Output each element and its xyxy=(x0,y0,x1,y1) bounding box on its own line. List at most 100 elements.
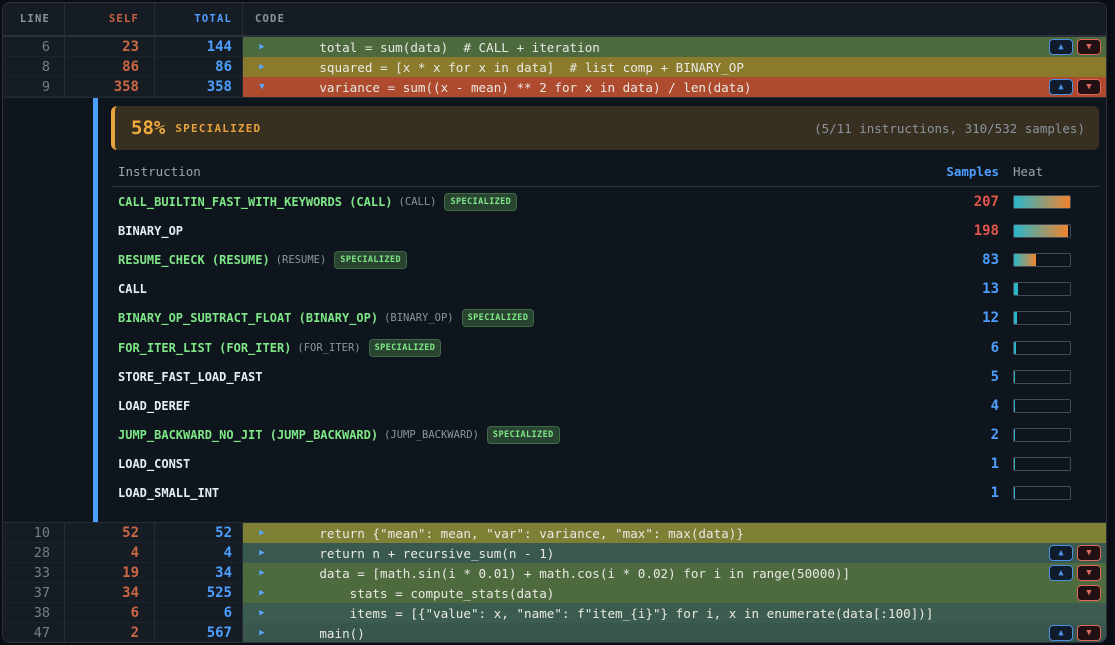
instruction-name: LOAD_SMALL_INT xyxy=(118,486,219,500)
self-samples: 23 xyxy=(65,37,155,57)
instruction-base-opcode: (RESUME) xyxy=(276,254,327,266)
total-samples: 6 xyxy=(155,603,243,623)
total-samples: 144 xyxy=(155,37,243,57)
heat-cell xyxy=(999,282,1099,296)
line-number: 28 xyxy=(3,543,65,563)
code-cell[interactable]: ▶ return {"mean": mean, "var": variance,… xyxy=(243,523,1106,543)
instruction-name: LOAD_CONST xyxy=(118,457,190,471)
total-samples: 358 xyxy=(155,77,243,97)
code-row: 472567 ▶ main() ▲▼ xyxy=(3,623,1106,643)
heat-cell xyxy=(999,311,1099,325)
jump-up-button[interactable]: ▲ xyxy=(1049,39,1073,55)
instruction-samples: 198 xyxy=(939,223,999,239)
jump-down-button[interactable]: ▼ xyxy=(1077,545,1101,561)
heat-bar-fill xyxy=(1014,429,1015,441)
specialized-badge: SPECIALIZED xyxy=(462,309,535,327)
heat-bar xyxy=(1013,399,1071,413)
code-cell[interactable]: ▶ total = sum(data) # CALL + iteration▲▼ xyxy=(243,37,1106,57)
heat-bar-fill xyxy=(1014,283,1018,295)
expand-icon[interactable]: ▶ xyxy=(247,42,277,52)
table-header: LINE SELF TOTAL CODE xyxy=(3,3,1106,37)
jump-down-button[interactable]: ▼ xyxy=(1077,585,1101,601)
code-cell[interactable]: ▼ variance = sum((x - mean) ** 2 for x i… xyxy=(243,77,1106,97)
heat-cell xyxy=(999,457,1099,471)
total-samples: 567 xyxy=(155,623,243,643)
code-cell[interactable]: ▶ data = [math.sin(i * 0.01) + math.cos(… xyxy=(243,563,1106,583)
code-cell[interactable]: ▶ items = [{"value": x, "name": f"item_{… xyxy=(243,603,1106,623)
instruction-name: CALL xyxy=(118,282,147,296)
heat-cell xyxy=(999,428,1099,442)
heat-bar xyxy=(1013,224,1071,238)
instruction-name-cell: CALL xyxy=(111,282,939,296)
row-nav-buttons: ▲▼ xyxy=(1049,79,1101,95)
heat-cell xyxy=(999,253,1099,267)
instruction-row: RESUME_CHECK (RESUME)(RESUME)SPECIALIZED… xyxy=(111,245,1099,274)
code-text: variance = sum((x - mean) ** 2 for x in … xyxy=(289,80,752,95)
heat-col-header: Heat xyxy=(999,164,1099,179)
instruction-base-opcode: (CALL) xyxy=(399,196,437,208)
instruction-name: CALL_BUILTIN_FAST_WITH_KEYWORDS (CALL) xyxy=(118,195,393,209)
instruction-name: STORE_FAST_LOAD_FAST xyxy=(118,370,263,384)
code-cell[interactable]: ▶ stats = compute_stats(data)▼ xyxy=(243,583,1106,603)
row-nav-buttons: ▲▼ xyxy=(1049,625,1101,641)
instruction-name: BINARY_OP xyxy=(118,224,183,238)
instruction-name-cell: FOR_ITER_LIST (FOR_ITER)(FOR_ITER)SPECIA… xyxy=(111,339,939,357)
instruction-base-opcode: (JUMP_BACKWARD) xyxy=(384,429,479,441)
expand-icon[interactable]: ▶ xyxy=(247,548,277,558)
instruction-name-cell: RESUME_CHECK (RESUME)(RESUME)SPECIALIZED xyxy=(111,251,939,269)
instruction-name-cell: LOAD_CONST xyxy=(111,457,939,471)
code-text: main() xyxy=(289,626,365,641)
code-cell[interactable]: ▶ main() ▲▼ xyxy=(243,623,1106,643)
self-samples: 358 xyxy=(65,77,155,97)
heat-bar xyxy=(1013,370,1071,384)
expand-icon[interactable]: ▶ xyxy=(247,588,277,598)
code-row: 623144▶ total = sum(data) # CALL + itera… xyxy=(3,37,1106,57)
line-number: 9 xyxy=(3,77,65,97)
jump-up-button[interactable]: ▲ xyxy=(1049,625,1073,641)
expand-icon[interactable]: ▶ xyxy=(247,628,277,638)
code-text: return n + recursive_sum(n - 1) xyxy=(289,546,554,561)
expand-icon[interactable]: ▶ xyxy=(247,528,277,538)
instruction-samples: 5 xyxy=(939,369,999,385)
heat-bar xyxy=(1013,311,1071,325)
heat-bar xyxy=(1013,195,1071,209)
heat-bar-fill xyxy=(1014,458,1015,470)
jump-down-button[interactable]: ▼ xyxy=(1077,625,1101,641)
self-samples: 6 xyxy=(65,603,155,623)
total-samples: 4 xyxy=(155,543,243,563)
jump-down-button[interactable]: ▼ xyxy=(1077,79,1101,95)
jump-up-button[interactable]: ▲ xyxy=(1049,79,1073,95)
instruction-name-cell: CALL_BUILTIN_FAST_WITH_KEYWORDS (CALL) (C… xyxy=(111,193,939,211)
code-row: 2844▶ return n + recursive_sum(n - 1)▲▼ xyxy=(3,543,1106,563)
jump-up-button[interactable]: ▲ xyxy=(1049,565,1073,581)
line-number: 10 xyxy=(3,523,65,543)
self-samples: 2 xyxy=(65,623,155,643)
code-cell[interactable]: ▶ return n + recursive_sum(n - 1) ▲▼ xyxy=(243,543,1106,563)
expand-icon[interactable]: ▶ xyxy=(247,608,277,618)
collapse-icon[interactable]: ▼ xyxy=(247,82,277,92)
expand-icon[interactable]: ▶ xyxy=(247,62,277,72)
col-header-line: LINE xyxy=(3,3,65,35)
instruction-name: RESUME_CHECK (RESUME) xyxy=(118,253,270,267)
heat-bar-fill xyxy=(1014,371,1015,383)
specialized-label: SPECIALIZED xyxy=(175,122,261,135)
self-samples: 4 xyxy=(65,543,155,563)
code-row: 331934▶ data = [math.sin(i * 0.01) + mat… xyxy=(3,563,1106,583)
code-cell[interactable]: ▶ squared = [x * x for x in data] # list… xyxy=(243,57,1106,77)
heat-cell xyxy=(999,195,1099,209)
instruction-row: BINARY_OP 198 xyxy=(111,216,1099,245)
code-text: data = [math.sin(i * 0.01) + math.cos(i … xyxy=(289,566,850,581)
profiler-table: LINE SELF TOTAL CODE 6 23144▶ total = sum… xyxy=(2,2,1107,643)
instruction-table-header: Instruction Samples Heat xyxy=(111,156,1099,187)
heat-cell xyxy=(999,370,1099,384)
expand-icon[interactable]: ▶ xyxy=(247,568,277,578)
line-number: 47 xyxy=(3,623,65,643)
jump-up-button[interactable]: ▲ xyxy=(1049,545,1073,561)
instruction-table: Instruction Samples Heat CALL_BUILTIN_FA… xyxy=(111,156,1099,508)
instruction-name-cell: BINARY_OP xyxy=(111,224,939,238)
specialized-badge: SPECIALIZED xyxy=(444,193,517,211)
instruction-row: JUMP_BACKWARD_NO_JIT (JUMP_BACKWARD)(JUM… xyxy=(111,421,1099,450)
instruction-samples: 13 xyxy=(939,281,999,297)
jump-down-button[interactable]: ▼ xyxy=(1077,39,1101,55)
jump-down-button[interactable]: ▼ xyxy=(1077,565,1101,581)
